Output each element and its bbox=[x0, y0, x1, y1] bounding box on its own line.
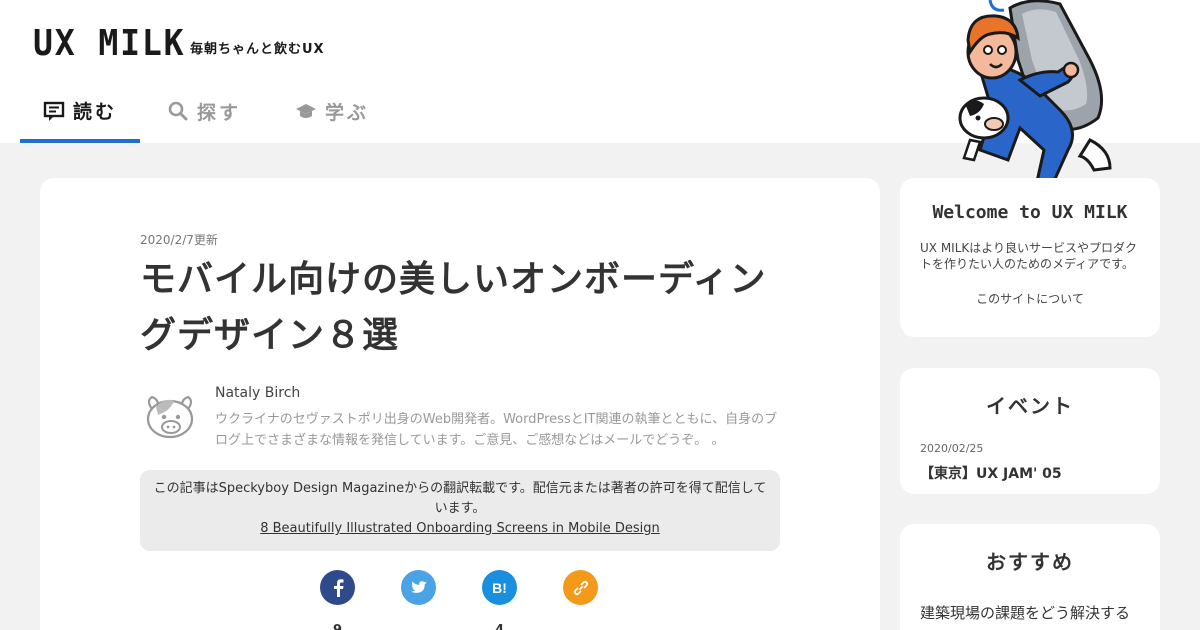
hatena-glyph: B! bbox=[492, 579, 507, 596]
nav-label-search: 探す bbox=[196, 101, 241, 124]
article-title: モバイル向けの美しいオンボーディングデザイン８選 bbox=[140, 259, 767, 356]
events-title: イベント bbox=[986, 394, 1074, 418]
facebook-icon[interactable] bbox=[320, 570, 355, 605]
recommend-title: おすすめ bbox=[986, 550, 1074, 574]
twitter-count bbox=[401, 623, 436, 630]
mascot-illustration bbox=[940, 0, 1140, 200]
link-icon[interactable] bbox=[563, 570, 598, 605]
graduation-cap-icon bbox=[295, 100, 317, 122]
nav-item-learn[interactable]: 学ぶ bbox=[268, 82, 396, 140]
share-facebook: 9 bbox=[320, 570, 355, 630]
share-link bbox=[563, 570, 598, 630]
nav-item-read[interactable]: 読む bbox=[20, 82, 140, 143]
link-count bbox=[563, 623, 598, 630]
article-icon bbox=[43, 100, 65, 122]
recommend-item[interactable]: 建築現場の課題をどう解決する bbox=[920, 600, 1145, 626]
site-logo[interactable]: UX MILK bbox=[33, 26, 199, 62]
nav-label-read: 読む bbox=[72, 101, 117, 123]
main-nav: 読む 探す 学ぶ bbox=[20, 82, 396, 143]
sidebar-recommend-card: おすすめ 建築現場の課題をどう解決する bbox=[900, 524, 1160, 630]
share-hatena: B! 4 bbox=[482, 570, 517, 630]
welcome-title: Welcome to UX MILK bbox=[932, 202, 1128, 223]
article-date: 2020/2/7更新 bbox=[140, 233, 218, 247]
facebook-count: 9 bbox=[320, 623, 355, 630]
author-bio: ウクライナのセヴァストポリ出身のWeb開発者。WordPressとIT関連の執筆… bbox=[215, 412, 778, 448]
translation-notice: この記事はSpeckyboy Design Magazineからの翻訳転載です。… bbox=[140, 470, 780, 551]
sidebar-welcome-card: Welcome to UX MILK UX MILKはより良いサービスやプロダク… bbox=[900, 178, 1160, 337]
nav-label-learn: 学ぶ bbox=[324, 101, 369, 124]
share-twitter bbox=[401, 570, 436, 630]
article-card: 2020/2/7更新 モバイル向けの美しいオンボーディングデザイン８選 Nata… bbox=[40, 178, 880, 630]
hatena-icon[interactable]: B! bbox=[482, 570, 517, 605]
notice-text: この記事はSpeckyboy Design Magazineからの翻訳転載です。… bbox=[153, 481, 767, 516]
original-article-link[interactable]: 8 Beautifully Illustrated Onboarding Scr… bbox=[260, 521, 660, 536]
site-tagline: 毎朝ちゃんと飲むUX bbox=[190, 42, 325, 57]
author-name[interactable]: Nataly Birch bbox=[215, 385, 300, 401]
sidebar-events-card: イベント 2020/02/25 【東京】UX JAM' 05 bbox=[900, 368, 1160, 494]
about-site-link[interactable]: このサイトについて bbox=[900, 290, 1160, 307]
share-buttons: 9 B! 4 bbox=[320, 570, 598, 630]
logo-text[interactable]: UX MILK bbox=[33, 26, 185, 62]
hatena-count: 4 bbox=[482, 623, 517, 630]
welcome-text: UX MILKはより良いサービスやプロダクトを作りたい人のためのメディアです。 bbox=[920, 241, 1138, 271]
nav-item-search[interactable]: 探す bbox=[140, 82, 268, 140]
twitter-icon[interactable] bbox=[401, 570, 436, 605]
author-avatar[interactable] bbox=[144, 389, 196, 441]
event-link[interactable]: 【東京】UX JAM' 05 bbox=[920, 463, 1062, 483]
event-date: 2020/02/25 bbox=[920, 442, 984, 455]
search-icon bbox=[167, 100, 189, 122]
